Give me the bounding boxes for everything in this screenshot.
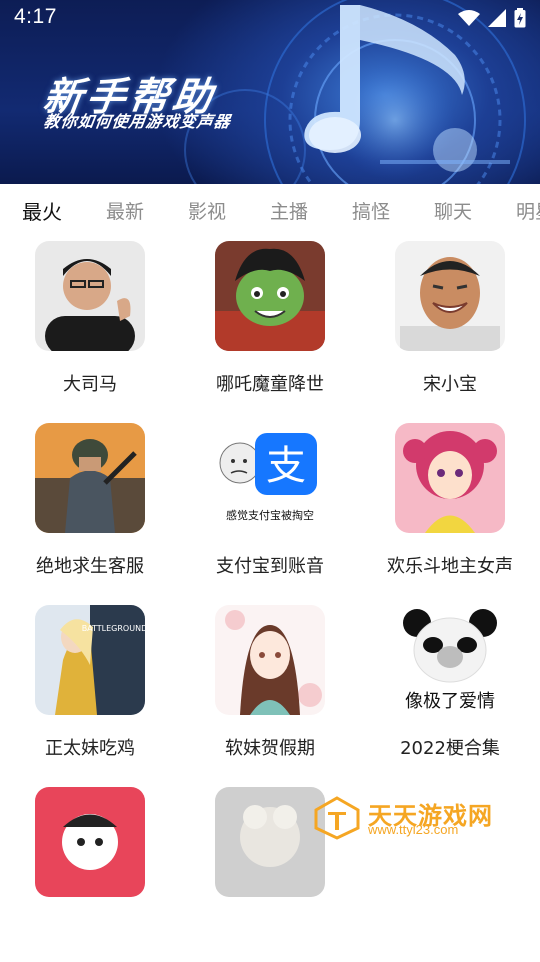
voice-thumbnail xyxy=(35,423,145,533)
voice-item[interactable]: 支 感觉支付宝被掏空 支付宝到账音 xyxy=(180,418,360,598)
category-tabs: 最火 最新 影视 主播 搞怪 聊天 明星 xyxy=(0,184,540,236)
voice-item[interactable]: 像极了爱情 2022梗合集 xyxy=(360,600,540,780)
voice-item[interactable] xyxy=(0,782,180,962)
voice-label: 绝地求生客服 xyxy=(36,556,144,577)
voice-thumbnail xyxy=(395,241,505,351)
voice-item[interactable]: 大司马 xyxy=(0,236,180,416)
voice-label: 大司马 xyxy=(63,374,117,395)
voice-thumbnail: 像极了爱情 xyxy=(395,605,505,715)
tab-film[interactable]: 影视 xyxy=(166,197,248,224)
voice-thumbnail xyxy=(215,241,325,351)
help-banner[interactable]: 4:17 新手帮助 教你如何使用游戏变声器 xyxy=(0,0,540,184)
watermark-url: www.ttyl23.com xyxy=(368,822,459,837)
voice-item[interactable]: BATTLEGROUNDS 正太妹吃鸡 xyxy=(0,600,180,780)
voice-item[interactable]: 宋小宝 xyxy=(360,236,540,416)
voice-label: 支付宝到账音 xyxy=(216,556,324,577)
wifi-icon xyxy=(458,10,480,26)
voice-label: 宋小宝 xyxy=(423,374,477,395)
thumb-caption: 感觉支付宝被掏空 xyxy=(226,508,314,522)
watermark-logo-icon xyxy=(314,796,360,840)
tab-funny[interactable]: 搞怪 xyxy=(330,197,412,224)
battery-icon xyxy=(514,8,526,28)
voice-label: 正太妹吃鸡 xyxy=(45,738,135,759)
voice-thumbnail: 支 感觉支付宝被掏空 xyxy=(215,423,325,533)
tab-streamer[interactable]: 主播 xyxy=(248,197,330,224)
site-watermark: 天天游戏网 www.ttyl23.com xyxy=(314,796,524,842)
voice-label: 哪吒魔童降世 xyxy=(216,374,324,395)
status-bar: 4:17 xyxy=(0,0,540,40)
voice-item[interactable]: 软妹贺假期 xyxy=(180,600,360,780)
voice-thumbnail xyxy=(35,241,145,351)
banner-subtitle: 教你如何使用游戏变声器 xyxy=(42,112,233,131)
thumb-caption: BATTLEGROUNDS xyxy=(82,624,145,633)
voice-thumbnail xyxy=(35,787,145,897)
voice-label: 2022梗合集 xyxy=(400,738,500,759)
voice-thumbnail xyxy=(395,423,505,533)
voice-thumbnail xyxy=(215,787,325,897)
voice-item[interactable]: 哪吒魔童降世 xyxy=(180,236,360,416)
status-icons xyxy=(458,8,526,28)
signal-icon xyxy=(488,9,506,27)
voice-thumbnail: BATTLEGROUNDS xyxy=(35,605,145,715)
thumb-caption: 像极了爱情 xyxy=(405,691,495,712)
voice-label: 软妹贺假期 xyxy=(225,738,315,759)
voice-item[interactable]: 欢乐斗地主女声 xyxy=(360,418,540,598)
alipay-icon: 支 xyxy=(266,443,306,489)
voice-thumbnail xyxy=(215,605,325,715)
tab-celebrity[interactable]: 明星 xyxy=(494,197,540,224)
voice-label: 欢乐斗地主女声 xyxy=(387,556,513,577)
tab-hottest[interactable]: 最火 xyxy=(0,196,84,225)
tab-newest[interactable]: 最新 xyxy=(84,197,166,224)
tab-chat[interactable]: 聊天 xyxy=(412,197,494,224)
voice-item[interactable]: 绝地求生客服 xyxy=(0,418,180,598)
status-time: 4:17 xyxy=(14,5,57,28)
